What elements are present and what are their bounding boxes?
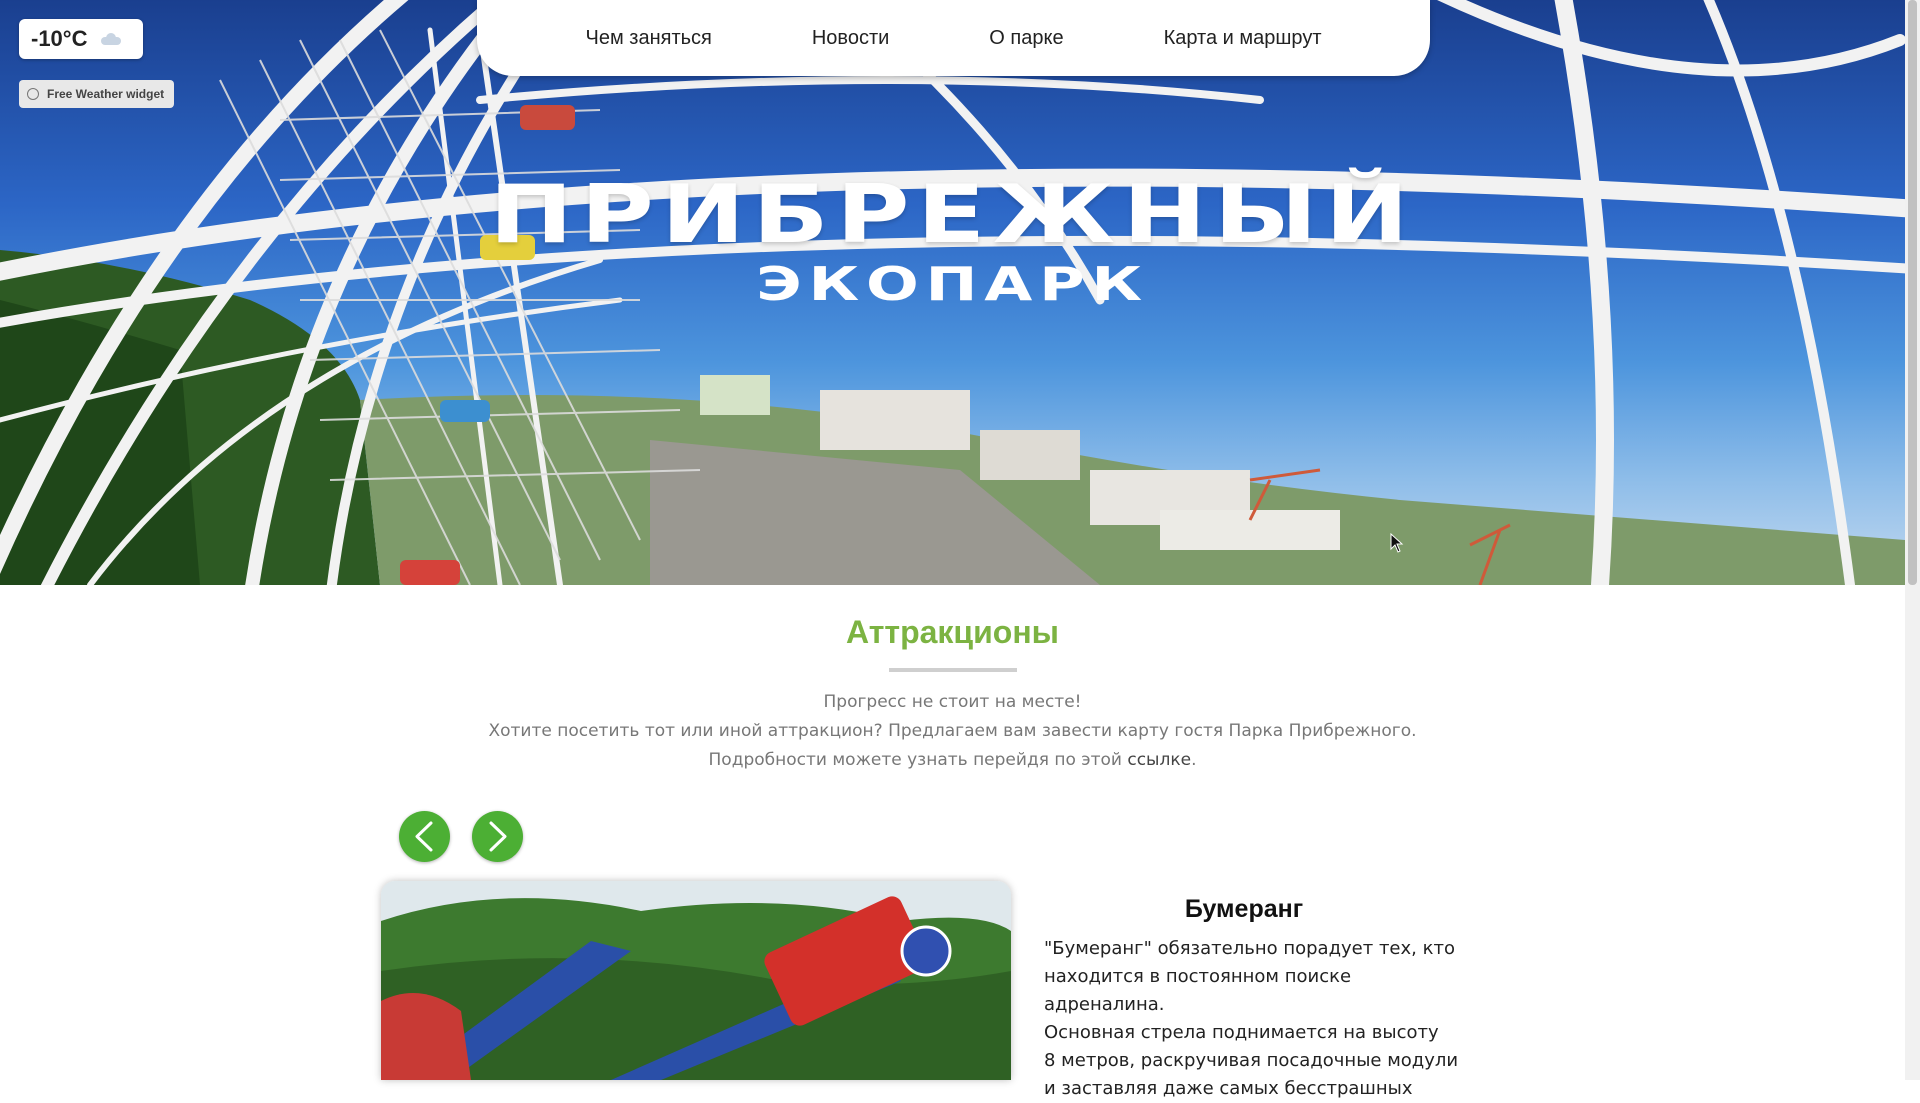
page-scrollbar[interactable] — [1905, 0, 1920, 1080]
intro-line: Подробности можете узнать перейдя по это… — [0, 746, 1905, 775]
nav-item-news[interactable]: Новости — [812, 28, 889, 48]
section-intro: Прогресс не стоит на месте! Хотите посет… — [0, 688, 1905, 775]
intro-text: Подробности можете узнать перейдя по это… — [708, 750, 1122, 770]
chevron-left-icon — [415, 821, 433, 852]
hero-title-block: Прибрежный Экопарк — [0, 168, 1905, 311]
hero-subtitle: Экопарк — [756, 257, 1149, 311]
clock-icon — [27, 88, 39, 100]
section-divider — [889, 668, 1017, 672]
scrollbar-thumb[interactable] — [1908, 0, 1917, 585]
weather-widget-label: Free Weather widget — [47, 87, 165, 101]
nav-item-map[interactable]: Карта и маршрут — [1164, 28, 1322, 48]
intro-line: Прогресс не стоит на месте! — [823, 692, 1082, 712]
main-navigation: Чем заняться Новости О парке Карта и мар… — [477, 0, 1430, 76]
description-line: Основная стрела поднимается на высоту — [1044, 1022, 1439, 1043]
carousel-next-button[interactable] — [472, 811, 523, 862]
boomerang-ride-image — [381, 881, 1011, 1080]
chevron-right-icon — [489, 821, 507, 852]
weather-widget-link[interactable]: Free Weather widget — [19, 80, 174, 108]
mouse-cursor-icon — [1390, 533, 1404, 553]
description-line: и заставляя даже самых бесстрашных — [1044, 1078, 1413, 1099]
attraction-photo — [381, 881, 1011, 1080]
description-line: "Бумеранг" обязательно порадует тех, кто — [1044, 938, 1455, 959]
attraction-title: Бумеранг — [1184, 895, 1304, 923]
intro-line: Хотите посетить тот или иной аттракцион?… — [488, 721, 1417, 741]
intro-text: . — [1191, 750, 1197, 770]
hero-title: Прибрежный — [489, 168, 1416, 261]
carousel-prev-button[interactable] — [399, 811, 450, 862]
description-line: находится в постоянном поиске адреналина… — [1044, 966, 1352, 1015]
nav-item-about[interactable]: О парке — [989, 28, 1063, 48]
nav-item-activities[interactable]: Чем заняться — [586, 28, 712, 48]
guest-card-link[interactable]: ссылке — [1127, 750, 1191, 770]
description-line: 8 метров, раскручивая посадочные модули — [1044, 1050, 1459, 1071]
weather-temperature: -10°C — [31, 26, 88, 51]
hero-banner: Прибрежный Экопарк — [0, 0, 1905, 585]
cloud-icon — [101, 33, 122, 45]
section-title: Аттракционы — [846, 614, 1059, 650]
weather-widget[interactable]: -10°C — [19, 19, 143, 59]
attraction-description: "Бумеранг" обязательно порадует тех, кто… — [1044, 935, 1474, 1103]
